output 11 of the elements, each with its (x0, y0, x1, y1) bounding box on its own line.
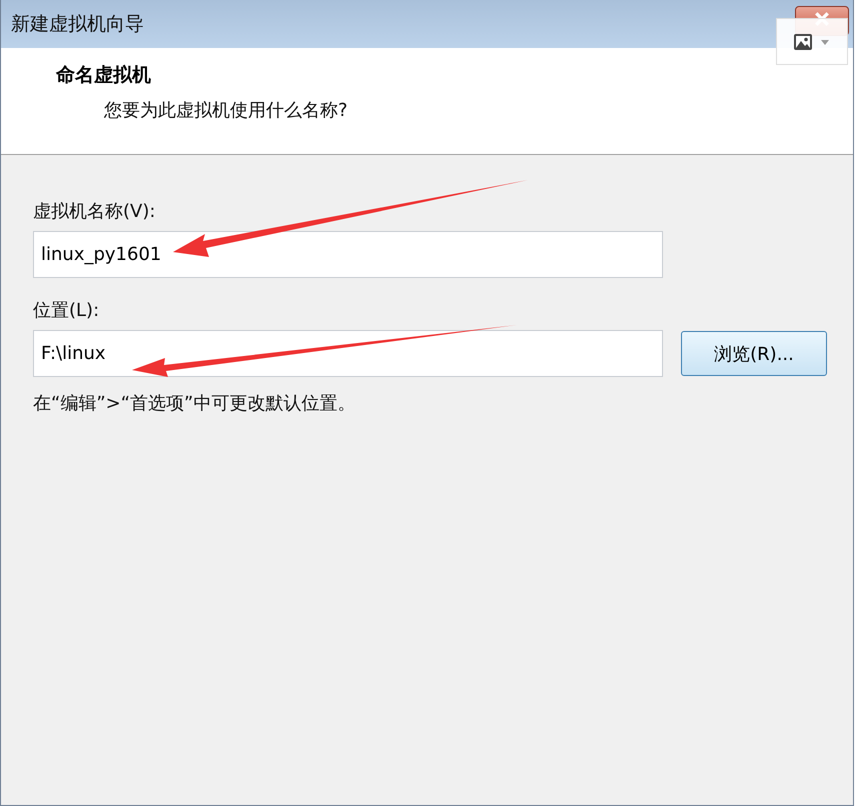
image-icon[interactable] (793, 32, 813, 50)
hint-text: 在“编辑”>“首选项”中可更改默认位置。 (33, 392, 356, 415)
input-field[interactable]: linux_py1601 (33, 231, 663, 278)
step-title: 命名虚拟机 (56, 63, 152, 88)
field-label: 虚拟机名称(V): (33, 200, 156, 223)
input-field[interactable]: F:\linux (33, 330, 663, 377)
field-label: 位置(L): (33, 299, 100, 322)
window-title: 新建虚拟机向导 (11, 12, 144, 37)
caret-icon[interactable] (821, 40, 829, 45)
step-subtitle: 您要为此虚拟机使用什么名称? (104, 99, 349, 122)
browse-button[interactable]: 浏览(R)... (681, 331, 827, 376)
